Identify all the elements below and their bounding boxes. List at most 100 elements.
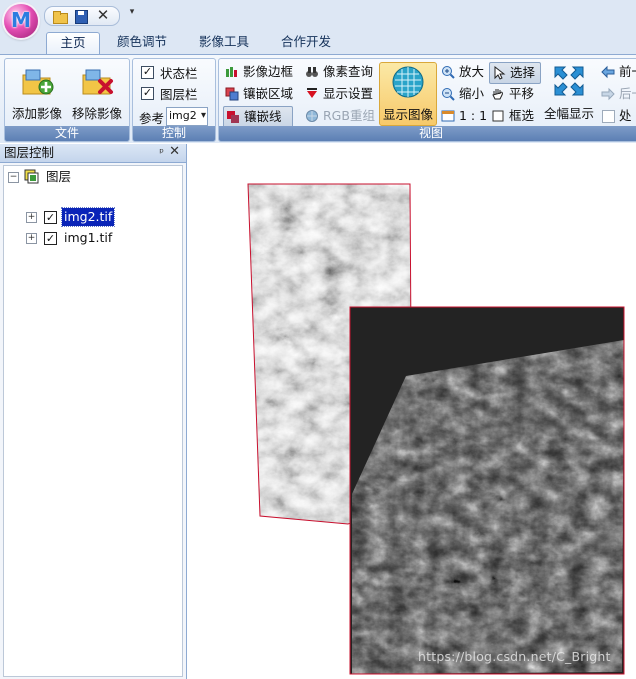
layers-icon bbox=[24, 169, 39, 184]
one-to-one-button[interactable]: 1 : 1 bbox=[439, 106, 487, 126]
image-footprint-img2[interactable] bbox=[349, 306, 625, 675]
collapse-icon[interactable]: − bbox=[8, 172, 19, 183]
layer-panel-header: 图层控制 ᵖ ✕ bbox=[0, 144, 186, 163]
seamline-label: 镶嵌线 bbox=[244, 109, 282, 124]
previous-view-label: 前一 bbox=[619, 64, 636, 79]
remove-image-icon bbox=[82, 69, 113, 95]
tree-root-node[interactable]: − 图层 bbox=[8, 168, 178, 186]
view-group-title: 视图 bbox=[219, 126, 636, 141]
full-extent-label: 全幅显示 bbox=[543, 106, 594, 121]
pan-label: 平移 bbox=[509, 86, 535, 101]
hand-pan-icon bbox=[492, 89, 503, 100]
file-group-title: 文件 bbox=[5, 126, 129, 141]
layer-panel-title: 图层控制 bbox=[4, 145, 55, 160]
expand-icon[interactable]: + bbox=[26, 233, 37, 244]
image-border-icon bbox=[226, 67, 237, 77]
add-image-button[interactable]: 添加影像 bbox=[8, 62, 66, 124]
close-icon[interactable]: ✕ bbox=[95, 7, 111, 23]
cursor-arrow-icon bbox=[494, 66, 506, 80]
full-extent-button[interactable]: 全幅显示 bbox=[541, 62, 597, 124]
map-canvas[interactable]: https://blog.csdn.net/C_Bright bbox=[188, 144, 636, 679]
add-image-icon bbox=[22, 69, 54, 95]
show-image-button[interactable]: 显示图像 bbox=[379, 62, 437, 126]
application-menu-button[interactable]: M bbox=[4, 4, 38, 38]
control-group-title: 控制 bbox=[133, 126, 215, 141]
save-icon[interactable] bbox=[73, 8, 89, 24]
select-label: 选择 bbox=[510, 65, 536, 80]
file-group: 添加影像 移除影像 文件 bbox=[4, 58, 130, 142]
full-extent-icon bbox=[554, 66, 584, 96]
layer-visibility-checkbox[interactable]: ✓ bbox=[44, 211, 57, 224]
box-select-button[interactable]: 框选 bbox=[489, 106, 534, 126]
tab-home[interactable]: 主页 bbox=[46, 32, 100, 55]
control-group: ✓ 状态栏 ✓ 图层栏 参考 img2 控制 bbox=[132, 58, 216, 142]
rgb-globe-icon bbox=[306, 110, 318, 122]
display-settings-button[interactable]: 显示设置 bbox=[303, 84, 373, 104]
image-border-button[interactable]: 影像边框 bbox=[223, 62, 293, 82]
zoom-out-label: 缩小 bbox=[459, 86, 485, 101]
binoculars-icon bbox=[306, 67, 318, 77]
status-bar-label: 状态栏 bbox=[160, 66, 198, 81]
reference-select[interactable]: img2 bbox=[166, 107, 208, 126]
arrow-left-icon bbox=[601, 65, 615, 79]
tree-root-label: 图层 bbox=[46, 169, 72, 184]
mosaic-area-icon bbox=[225, 87, 239, 101]
layer-name[interactable]: img2.tif bbox=[60, 207, 116, 227]
reference-label: 参考 bbox=[139, 111, 165, 126]
layer-bar-label: 图层栏 bbox=[160, 87, 198, 102]
next-view-button[interactable]: 后一 bbox=[599, 84, 636, 104]
seamline-icon bbox=[227, 111, 239, 123]
app-logo-letter: M bbox=[11, 8, 31, 32]
ribbon-panel: 添加影像 移除影像 文件 ✓ 状态栏 ✓ 图层栏 参考 img2 控制 影像边框 bbox=[0, 54, 636, 143]
tab-image-tools[interactable]: 影像工具 bbox=[188, 32, 260, 53]
layer-row-img2[interactable]: + ✓ img2.tif bbox=[26, 207, 176, 227]
view-group: 影像边框 镶嵌区域 镶嵌线 像素查询 显示设置 RGB重组 显示图像 放大 缩小… bbox=[218, 58, 636, 142]
tab-color-adjust[interactable]: 颜色调节 bbox=[106, 32, 178, 53]
layer-bar-checkbox[interactable]: ✓ bbox=[141, 87, 154, 100]
pin-icon[interactable]: ᵖ bbox=[159, 144, 164, 162]
seamline-button[interactable]: 镶嵌线 bbox=[223, 106, 293, 128]
process-label: 处 bbox=[619, 108, 632, 123]
red-arrow-down-icon bbox=[307, 88, 317, 98]
layer-control-panel: 图层控制 ᵖ ✕ − 图层 + ✓ img2.tif + ✓ img1.tif bbox=[0, 144, 187, 679]
arrow-right-icon bbox=[601, 87, 615, 101]
show-image-grid-icon bbox=[392, 66, 424, 98]
zoom-out-button[interactable]: 缩小 bbox=[439, 84, 484, 104]
expand-icon[interactable]: + bbox=[26, 212, 37, 223]
layer-name[interactable]: img1.tif bbox=[62, 229, 114, 247]
mosaic-view bbox=[247, 183, 625, 675]
box-select-icon bbox=[492, 110, 504, 122]
mosaic-area-label: 镶嵌区域 bbox=[243, 86, 294, 101]
process-checkbox[interactable]: ✓ bbox=[602, 110, 615, 123]
zoom-in-icon bbox=[442, 66, 455, 79]
close-panel-icon[interactable]: ✕ bbox=[169, 143, 180, 161]
rgb-recombine-button[interactable]: RGB重组 bbox=[303, 106, 375, 126]
status-bar-checkbox[interactable]: ✓ bbox=[141, 66, 154, 79]
watermark-text: https://blog.csdn.net/C_Bright bbox=[418, 649, 611, 664]
quick-access-toolbar: ✕ bbox=[44, 6, 120, 26]
remove-image-label: 移除影像 bbox=[71, 106, 122, 121]
pan-button[interactable]: 平移 bbox=[489, 84, 534, 104]
pixel-query-label: 像素查询 bbox=[323, 64, 374, 79]
customize-qat-dropdown[interactable]: ▾ bbox=[127, 7, 137, 21]
box-select-label: 框选 bbox=[509, 108, 535, 123]
mosaic-area-button[interactable]: 镶嵌区域 bbox=[223, 84, 293, 104]
add-image-label: 添加影像 bbox=[11, 106, 62, 121]
zoom-in-label: 放大 bbox=[459, 64, 485, 79]
tab-cooperation[interactable]: 合作开发 bbox=[270, 32, 342, 53]
layer-visibility-checkbox[interactable]: ✓ bbox=[44, 232, 57, 245]
show-image-label: 显示图像 bbox=[382, 107, 433, 122]
select-button[interactable]: 选择 bbox=[489, 62, 541, 84]
previous-view-button[interactable]: 前一 bbox=[599, 62, 636, 82]
zoom-in-button[interactable]: 放大 bbox=[439, 62, 484, 82]
layer-tree: − 图层 + ✓ img2.tif + ✓ img1.tif bbox=[3, 165, 183, 677]
open-folder-icon[interactable] bbox=[52, 8, 68, 24]
one-to-one-label: 1 : 1 bbox=[459, 108, 488, 123]
remove-image-button[interactable]: 移除影像 bbox=[67, 62, 127, 124]
ribbon-tab-bar: 主页 颜色调节 影像工具 合作开发 bbox=[0, 32, 636, 55]
layer-row-img1[interactable]: + ✓ img1.tif bbox=[26, 229, 176, 247]
pixel-query-button[interactable]: 像素查询 bbox=[303, 62, 373, 82]
zoom-out-icon bbox=[442, 88, 455, 101]
image-border-label: 影像边框 bbox=[243, 64, 294, 79]
process-option[interactable]: ✓ 处 bbox=[599, 106, 632, 126]
